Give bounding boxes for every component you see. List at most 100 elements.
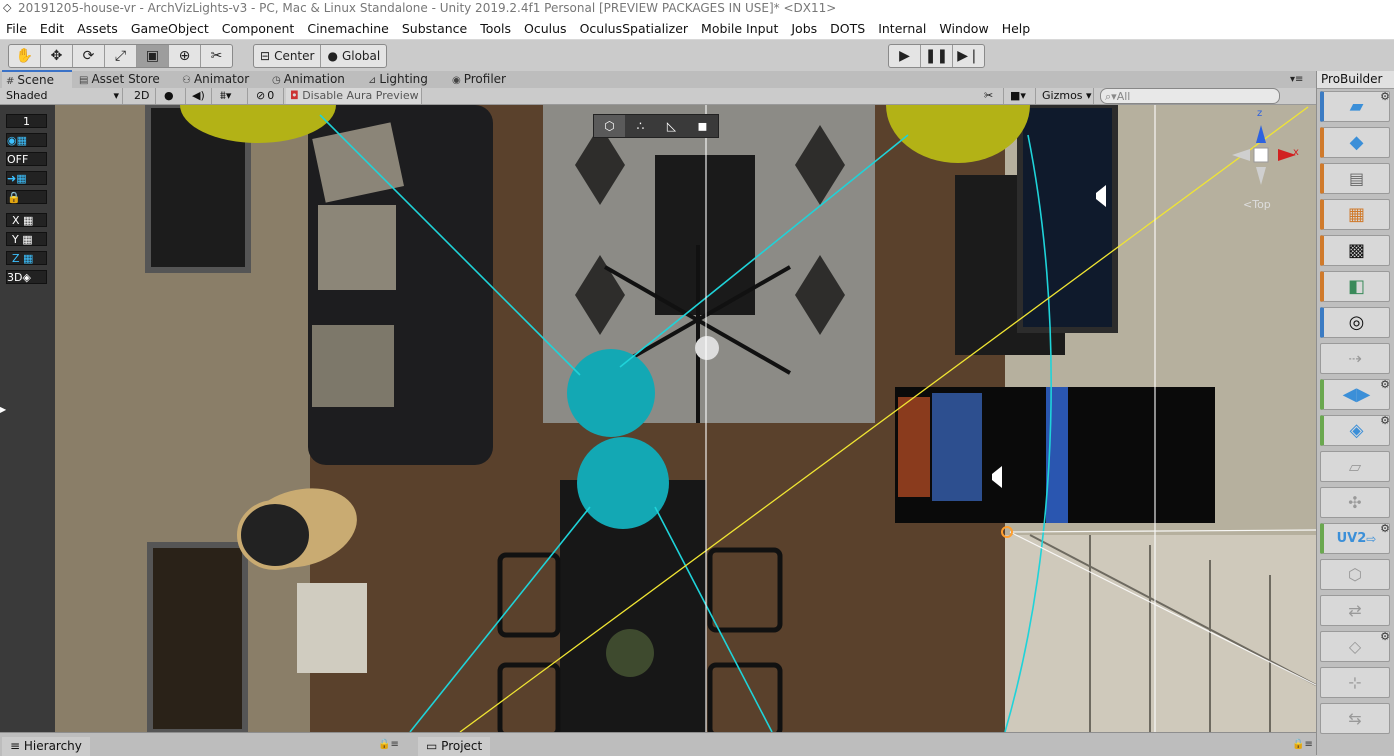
visibility-toggle[interactable]: ◉▦ — [6, 133, 47, 147]
vertex-mode-button[interactable]: ∴ — [625, 115, 656, 137]
scene-search-input[interactable]: ⌕▾All — [1100, 88, 1280, 104]
menu-mobile-input[interactable]: Mobile Input — [695, 18, 785, 39]
tab-profiler-label: Profiler — [463, 72, 506, 86]
menu-substance[interactable]: Substance — [396, 18, 474, 39]
object-mode-button[interactable]: ⬡ — [594, 115, 625, 137]
menu-window[interactable]: Window — [933, 18, 995, 39]
lock-icon: 🔒 — [7, 191, 21, 204]
mirror-objects-button[interactable]: ◀▶ ⚙ — [1320, 378, 1390, 410]
gear-icon[interactable]: ⚙ — [1380, 90, 1390, 103]
menu-component[interactable]: Component — [216, 18, 302, 39]
scene-viewport[interactable]: z x <Top ⬡ ∴ ◺ ◼ 1 ◉▦ OFF ➜▦ 🔒 X ▦ Y ▦ Z… — [0, 105, 1316, 732]
tab-animation[interactable]: ◷ Animation — [272, 71, 345, 88]
custom-tool-button[interactable]: ✂ — [201, 45, 232, 67]
menu-file[interactable]: File — [0, 18, 34, 39]
transform-tool-button[interactable]: ⊕ — [169, 45, 201, 67]
animator-icon: ⚇ — [182, 75, 191, 86]
generate-uv2-button[interactable]: UV2 ⇨ ⚙ — [1320, 522, 1390, 554]
step-button[interactable]: ▶❘ — [953, 45, 984, 67]
z-axis-toggle[interactable]: Z ▦ — [6, 251, 47, 265]
freeze-transform-button[interactable]: ✣ — [1320, 487, 1390, 518]
audio-toggle[interactable]: ◀) — [188, 88, 212, 104]
lighting-toggle[interactable]: ● — [160, 88, 186, 104]
menu-oculusspatializer[interactable]: OculusSpatializer — [574, 18, 695, 39]
tab-asset-store[interactable]: ▤ Asset Store — [79, 71, 160, 88]
menu-edit[interactable]: Edit — [34, 18, 71, 39]
collapse-arrow-icon[interactable]: ▶ — [0, 405, 6, 415]
hierarchy-lock-icon[interactable]: 🔒≡ — [378, 739, 399, 750]
pause-button[interactable]: ❚❚ — [921, 45, 953, 67]
tab-profiler[interactable]: ◉ Profiler — [452, 71, 506, 88]
effects-dropdown[interactable]: ⩩▾ — [216, 88, 248, 104]
fix-pivot-button[interactable]: ⇆ — [1320, 703, 1390, 734]
export-button[interactable]: ⇄ — [1320, 595, 1390, 626]
new-shape-button[interactable]: ▰ ⚙ — [1320, 90, 1390, 122]
view-3d-toggle[interactable]: 3D◈ — [6, 270, 47, 284]
scale-tool-button[interactable]: ⤢ — [105, 45, 137, 67]
gear-icon[interactable]: ⚙ — [1380, 378, 1390, 391]
gear-icon[interactable]: ⚙ — [1380, 630, 1390, 643]
probuilder-panel: ProBuilder ▰ ⚙ ◆ ▤ ▦ ▩ ◧ ◎ ⇢ ◀▶ ⚙ ◈ ⚙ ▱ ✣ U… — [1316, 71, 1394, 755]
center-pivot-button[interactable]: ⊹ — [1320, 667, 1390, 698]
menu-oculus[interactable]: Oculus — [518, 18, 574, 39]
vertex-colors-button[interactable]: ◧ — [1320, 271, 1390, 302]
material-editor-button[interactable]: ▦ — [1320, 199, 1390, 230]
tab-hierarchy[interactable]: ≡ Hierarchy — [2, 737, 90, 756]
merge-objects-button[interactable]: ⇢ — [1320, 343, 1390, 374]
rotate-tool-button[interactable]: ⟳ — [73, 45, 105, 67]
menu-cinemachine[interactable]: Cinemachine — [301, 18, 396, 39]
probuilder-select-mode-toolbar: ⬡ ∴ ◺ ◼ — [593, 114, 719, 138]
flip-normals-button[interactable]: ◈ ⚙ — [1320, 414, 1390, 446]
conform-normals-button[interactable]: ▱ — [1320, 451, 1390, 482]
scene-tools-button[interactable]: ✂ — [980, 88, 1004, 104]
tab-animator[interactable]: ⚇ Animator — [182, 71, 249, 88]
edge-mode-button[interactable]: ◺ — [656, 115, 687, 137]
menu-assets[interactable]: Assets — [71, 18, 125, 39]
off-toggle[interactable]: OFF — [6, 152, 47, 166]
menu-jobs[interactable]: Jobs — [785, 18, 824, 39]
layer-field[interactable]: 1 — [6, 114, 47, 128]
select-hidden-button[interactable]: ◎ — [1320, 307, 1390, 338]
menu-gameobject[interactable]: GameObject — [125, 18, 216, 39]
pivot-center-button[interactable]: ⊟ Center — [254, 45, 322, 67]
gear-icon[interactable]: ⚙ — [1380, 414, 1390, 427]
gizmos-dropdown[interactable]: Gizmos ▾ — [1038, 88, 1094, 104]
aura-preview-toggle[interactable]: ◘ Disable Aura Preview — [286, 88, 422, 104]
play-button[interactable]: ▶ — [889, 45, 921, 67]
hand-tool-button[interactable]: ✋ — [9, 45, 41, 67]
editor-tabs: # Scene ▤ Asset Store ⚇ Animator ◷ Animation… — [0, 70, 1316, 89]
gear-icon[interactable]: ⚙ — [1380, 522, 1390, 535]
menu-internal[interactable]: Internal — [872, 18, 933, 39]
shading-mode-dropdown[interactable]: Shaded ▾ — [2, 88, 123, 104]
triangulate-button[interactable]: ◇ ⚙ — [1320, 630, 1390, 662]
tab-lighting[interactable]: ⊿ Lighting — [368, 71, 428, 88]
menu-help[interactable]: Help — [996, 18, 1038, 39]
panel-menu-icon[interactable]: ▾≡ — [1290, 71, 1303, 88]
x-axis-toggle[interactable]: X ▦ — [6, 213, 47, 227]
new-poly-shape-button[interactable]: ◆ — [1320, 127, 1390, 158]
camera-dropdown[interactable]: ■▾ — [1006, 88, 1036, 104]
face-mode-button[interactable]: ◼ — [687, 115, 718, 137]
subdivide-button[interactable]: ⬡ — [1320, 559, 1390, 590]
tools-arrow-icon: ⇆ — [1348, 709, 1362, 728]
smoothing-button[interactable]: ▤ — [1320, 163, 1390, 194]
probuilder-title[interactable]: ProBuilder — [1317, 71, 1394, 89]
snap-toggle[interactable]: ➜▦ — [6, 171, 47, 185]
view-label[interactable]: <Top — [1243, 198, 1271, 211]
lock-toggle[interactable]: 🔒 — [6, 190, 47, 204]
y-axis-toggle[interactable]: Y ▦ — [6, 232, 47, 246]
tab-project[interactable]: ▭ Project — [418, 737, 491, 756]
move-tool-button[interactable]: ✥ — [41, 45, 73, 67]
rect-tool-button[interactable]: ▣ — [137, 45, 169, 67]
pivot-global-button[interactable]: ● Global — [321, 45, 386, 67]
dropdown-arrow-icon: ▾ — [113, 89, 119, 102]
store-icon: ▤ — [79, 75, 89, 86]
project-lock-icon[interactable]: 🔒≡ — [1292, 739, 1313, 750]
hidden-objects-toggle[interactable]: ⊘ 0 — [252, 88, 284, 104]
mode-2d-toggle[interactable]: 2D — [130, 88, 156, 104]
menu-dots[interactable]: DOTS — [824, 18, 872, 39]
tab-scene[interactable]: # Scene — [2, 70, 72, 89]
uv-editor-button[interactable]: ▩ — [1320, 235, 1390, 266]
scene-render[interactable] — [0, 105, 1316, 732]
menu-tools[interactable]: Tools — [474, 18, 518, 39]
